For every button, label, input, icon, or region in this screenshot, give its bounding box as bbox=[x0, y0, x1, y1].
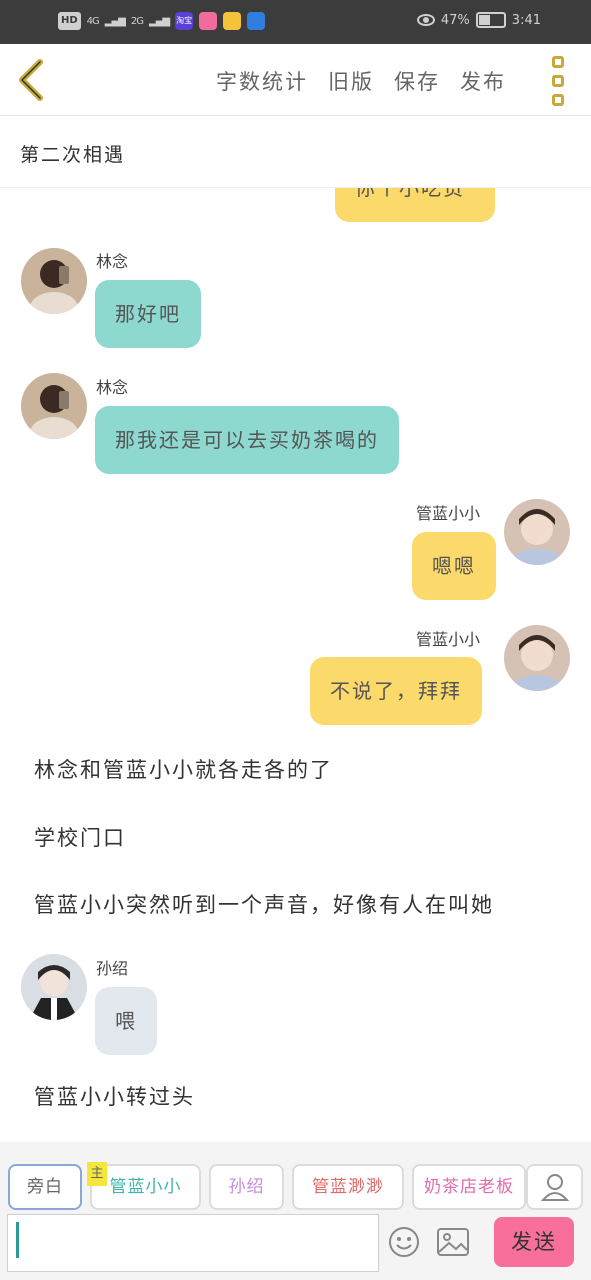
role-narrator[interactable]: 旁白 bbox=[8, 1164, 82, 1210]
signal-icon: ▂▄▆ bbox=[104, 15, 126, 27]
old-version-button[interactable]: 旧版 bbox=[328, 66, 374, 96]
role-sunshao[interactable]: 孙绍 bbox=[209, 1164, 284, 1210]
send-button[interactable]: 发送 bbox=[494, 1217, 574, 1267]
signal-2g: 2G bbox=[130, 15, 144, 27]
narration-text[interactable]: 林念和管蓝小小就各走各的了 bbox=[34, 754, 333, 784]
story-content[interactable]: 你个小吃货 林念 那好吧 林念 那我还是可以去买奶茶喝的 管蓝小小 嗯嗯 管蓝小… bbox=[0, 188, 591, 1142]
eye-comfort-icon bbox=[416, 14, 435, 26]
qq-browser-app-icon bbox=[247, 12, 266, 30]
image-icon[interactable] bbox=[437, 1228, 469, 1256]
status-right: 47% 3:41 bbox=[416, 12, 541, 28]
owner-tag: 主 bbox=[87, 1162, 107, 1186]
speaker-name: 林念 bbox=[96, 252, 129, 271]
speaker-name: 孙绍 bbox=[96, 959, 129, 978]
emoji-icon[interactable] bbox=[388, 1226, 420, 1258]
editor-toolbar: 字数统计 旧版 保存 发布 bbox=[0, 44, 591, 116]
story-title-bar: 第二次相遇 bbox=[0, 116, 591, 188]
battery-icon bbox=[475, 12, 506, 28]
save-button[interactable]: 保存 bbox=[394, 66, 440, 96]
taobao-app-icon: 淘宝 bbox=[175, 12, 194, 30]
message-bubble[interactable]: 那我还是可以去买奶茶喝的 bbox=[95, 406, 399, 474]
message-bubble[interactable]: 不说了，拜拜 bbox=[310, 657, 482, 725]
avatar-linnian[interactable] bbox=[21, 373, 87, 439]
message-bubble-partial[interactable]: 你个小吃货 bbox=[335, 188, 495, 222]
message-bubble[interactable]: 嗯嗯 bbox=[412, 532, 496, 600]
publish-button[interactable]: 发布 bbox=[460, 66, 506, 96]
signal-4g: 4G bbox=[86, 15, 100, 27]
status-left: HD 4G ▂▄▆ 2G ▂▄▆ 淘宝 bbox=[58, 12, 266, 30]
hd-indicator: HD bbox=[58, 12, 81, 30]
story-title[interactable]: 第二次相遇 bbox=[20, 140, 125, 167]
narration-text[interactable]: 学校门口 bbox=[34, 822, 126, 852]
battery-percent: 47% bbox=[440, 12, 470, 28]
chevron-left-icon bbox=[19, 59, 43, 101]
speaker-name: 管蓝小小 bbox=[416, 504, 481, 523]
role-guanlanmiaomiao[interactable]: 管蓝渺渺 bbox=[292, 1164, 404, 1210]
toolbar-actions: 字数统计 旧版 保存 发布 bbox=[216, 66, 506, 96]
cat-app-icon bbox=[199, 12, 218, 30]
person-icon[interactable] bbox=[526, 1164, 583, 1210]
avatar-guanlanxiaoxiao[interactable] bbox=[504, 625, 570, 691]
word-count-button[interactable]: 字数统计 bbox=[216, 66, 308, 96]
text-caret bbox=[16, 1222, 19, 1258]
role-milktea-owner[interactable]: 奶茶店老板 bbox=[412, 1164, 526, 1210]
speaker-name: 林念 bbox=[96, 378, 129, 397]
composer: 旁白 管蓝小小 主 孙绍 管蓝渺渺 奶茶店老板 发送 bbox=[0, 1142, 591, 1280]
speaker-name: 管蓝小小 bbox=[416, 630, 481, 649]
more-vertical-icon[interactable] bbox=[548, 56, 568, 106]
clock: 3:41 bbox=[511, 12, 541, 28]
message-input[interactable] bbox=[7, 1214, 379, 1272]
narration-text[interactable]: 管蓝小小转过头 bbox=[34, 1081, 195, 1111]
status-bar: HD 4G ▂▄▆ 2G ▂▄▆ 淘宝 47% 3:41 bbox=[0, 0, 591, 44]
signal-icon: ▂▄▆ bbox=[149, 15, 170, 27]
avatar-sunshao[interactable] bbox=[21, 954, 87, 1020]
weibo-app-icon bbox=[223, 12, 242, 30]
message-bubble[interactable]: 那好吧 bbox=[95, 280, 201, 348]
back-button[interactable] bbox=[14, 58, 50, 102]
avatar-guanlanxiaoxiao[interactable] bbox=[504, 499, 570, 565]
avatar-linnian[interactable] bbox=[21, 248, 87, 314]
message-bubble[interactable]: 喂 bbox=[95, 987, 157, 1055]
narration-text[interactable]: 管蓝小小突然听到一个声音，好像有人在叫她 bbox=[34, 889, 494, 919]
